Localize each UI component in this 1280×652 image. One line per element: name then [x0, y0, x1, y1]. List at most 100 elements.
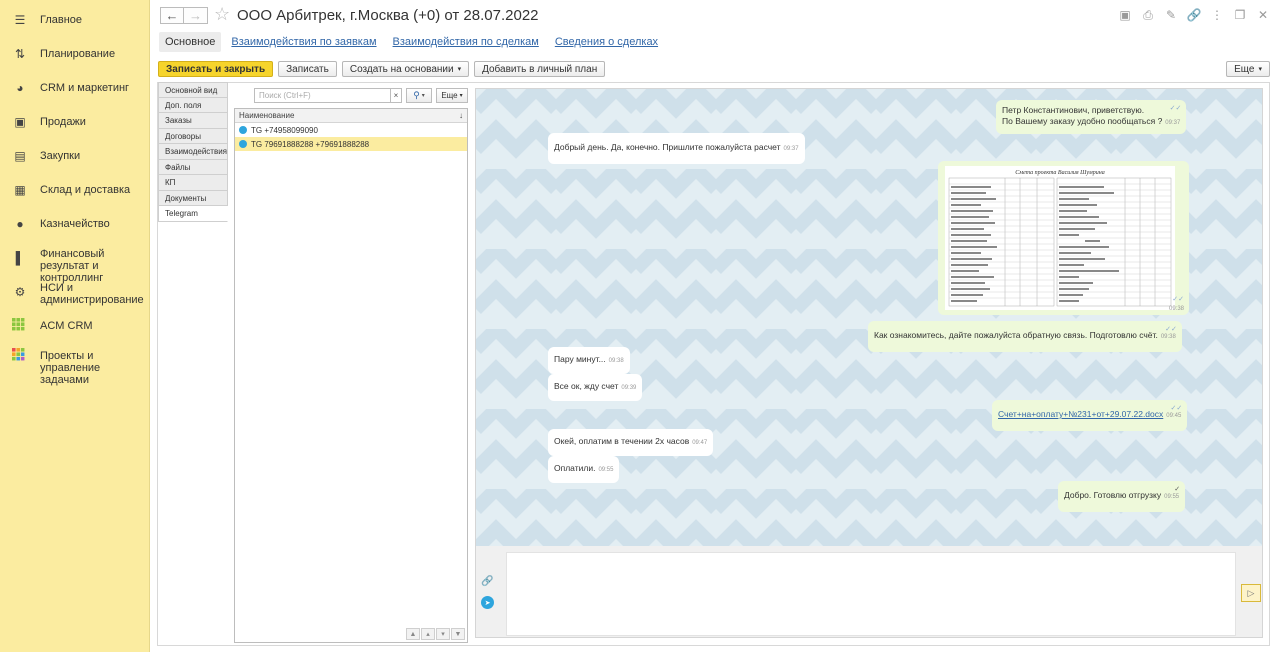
- back-arrow-icon[interactable]: ←: [160, 7, 184, 24]
- message-time: 09:37: [783, 146, 799, 152]
- sidebar-item-label: Главное: [40, 14, 83, 26]
- vtab-documents[interactable]: Документы: [158, 190, 228, 206]
- message-time: 09:37: [1165, 120, 1181, 126]
- chat-message-in: Оплатили. 09:55: [548, 456, 620, 483]
- toolbar: Записать и закрыть Записать Создать на о…: [158, 61, 606, 77]
- double-check-icon: ✓✓: [1169, 105, 1182, 112]
- contacts-more-button[interactable]: Еще ▾: [436, 88, 468, 103]
- sidebar-item-sales[interactable]: ▣ Продажи: [0, 114, 150, 130]
- estimate-image[interactable]: Смета проекта Василия Шумрина: [945, 166, 1175, 310]
- message-time: 09:38: [1168, 306, 1184, 312]
- close-icon[interactable]: ✕: [1256, 8, 1270, 22]
- sidebar-item-label: НСИ и администрирование: [40, 282, 144, 306]
- save-close-button[interactable]: Записать и закрыть: [158, 61, 274, 77]
- header-icons: ▣ ⎙ ✎ 🔗 ⋮ ❐ ✕: [1118, 8, 1270, 23]
- nav-buttons: ← →: [160, 7, 208, 24]
- chat-message-out: ✓✓ Петр Константинович, приветствую. По …: [996, 100, 1187, 134]
- double-check-icon: ✓✓: [1165, 326, 1177, 333]
- clear-search-icon[interactable]: ×: [390, 88, 402, 103]
- more-vertical-icon[interactable]: ⋮: [1210, 8, 1224, 22]
- tab-requests[interactable]: Взаимодействия по заявкам: [225, 32, 382, 52]
- vtab-kp[interactable]: КП: [158, 175, 228, 191]
- sidebar-item-label: Финансовый результат и контроллинг: [40, 248, 105, 284]
- first-page-icon[interactable]: ▲: [406, 628, 420, 640]
- contacts-panel: Поиск (Ctrl+F) × ⚲ ▾ Еще ▾ Наименование ↓ …: [234, 86, 468, 643]
- create-based-label: Создать на основании: [349, 63, 454, 75]
- sidebar-item-treasury[interactable]: ● Казначейство: [0, 216, 150, 232]
- contact-name: TG +74958099090: [251, 125, 318, 135]
- double-check-icon: ✓✓: [1172, 296, 1184, 303]
- message-text: По Вашему заказу удобно пообщаться ?: [1002, 116, 1163, 126]
- message-text: Как ознакомитесь, дайте пожалуйста обрат…: [874, 330, 1158, 340]
- file-link[interactable]: Счет+на+оплату+№231+от+29.07.22.docx: [998, 409, 1163, 419]
- vertical-tabs: Основной вид Доп. поля Заказы Договоры В…: [158, 82, 228, 222]
- vtab-contracts[interactable]: Договоры: [158, 128, 228, 144]
- page-title: ООО Арбитрек, г.Москва (+0) от 28.07.202…: [237, 7, 539, 24]
- chat-image-message[interactable]: Смета проекта Василия Шумрина 09:38 ✓✓: [938, 161, 1189, 315]
- chat-message-out: ✓✓ Как ознакомитесь, дайте пожалуйста об…: [868, 321, 1182, 352]
- message-text: Добрый день. Да, конечно. Пришлите пожал…: [554, 142, 781, 152]
- image-title: Смета проекта Василия Шумрина: [1015, 170, 1104, 176]
- chat-message-in: Пару минут... 09:38: [548, 347, 630, 374]
- search-button[interactable]: ⚲ ▾: [406, 88, 432, 103]
- vtab-interactions[interactable]: Взаимодействия: [158, 144, 228, 160]
- more-button[interactable]: Еще ▾: [1226, 61, 1270, 77]
- next-page-icon[interactable]: ▾: [436, 628, 450, 640]
- sidebar-item-crm[interactable]: ◕ CRM и маркетинг: [0, 80, 150, 96]
- vtab-main-view[interactable]: Основной вид: [158, 82, 228, 98]
- telegram-icon[interactable]: ➤: [481, 596, 494, 609]
- sidebar-item-label: Продажи: [40, 116, 86, 128]
- vtab-orders[interactable]: Заказы: [158, 113, 228, 129]
- check-icon: ✓: [1174, 486, 1181, 493]
- print-icon[interactable]: ⎙: [1141, 8, 1155, 22]
- link-icon[interactable]: 🔗: [1187, 8, 1202, 22]
- sidebar: ☰ Главное ⇅ Планирование ◕ CRM и маркети…: [0, 0, 150, 652]
- chat-message-in: Добрый день. Да, конечно. Пришлите пожал…: [548, 133, 805, 164]
- create-based-button[interactable]: Создать на основании ▾: [341, 61, 470, 77]
- add-plan-button[interactable]: Добавить в личный план: [474, 61, 606, 77]
- sidebar-item-warehouse[interactable]: ▦ Склад и доставка: [0, 182, 150, 198]
- prev-page-icon[interactable]: ▴: [421, 628, 435, 640]
- save-button[interactable]: Записать: [278, 61, 337, 77]
- more-label: Еще: [441, 91, 458, 100]
- sidebar-item-projects[interactable]: Проекты и управление задачами: [0, 348, 150, 386]
- menu-icon: ☰: [14, 13, 26, 27]
- vtab-files[interactable]: Файлы: [158, 159, 228, 175]
- sidebar-item-label: CRM и маркетинг: [40, 82, 130, 94]
- edit-icon[interactable]: ✎: [1164, 8, 1178, 22]
- save-icon[interactable]: ▣: [1118, 8, 1132, 22]
- more-label: Еще: [1234, 63, 1255, 75]
- message-text: Петр Константинович, приветствую.: [1002, 105, 1145, 115]
- last-page-icon[interactable]: ▼: [451, 628, 465, 640]
- sidebar-item-planning[interactable]: ⇅ Планирование: [0, 46, 150, 62]
- message-text: Добро. Готовлю отгрузку: [1064, 490, 1162, 500]
- vtab-telegram[interactable]: Telegram: [158, 206, 228, 222]
- column-name-header[interactable]: Наименование: [239, 111, 294, 120]
- search-input[interactable]: Поиск (Ctrl+F): [254, 88, 402, 103]
- restore-icon[interactable]: ❐: [1233, 8, 1247, 22]
- table-header: Наименование ↓: [235, 109, 467, 123]
- tab-deal-info[interactable]: Сведения о сделках: [549, 32, 664, 52]
- chat-message-out: ✓✓ Счет+на+оплату+№231+от+29.07.22.docx 0…: [992, 400, 1188, 431]
- star-icon[interactable]: ☆: [214, 4, 230, 25]
- forward-arrow-icon[interactable]: →: [184, 7, 208, 24]
- sidebar-item-main[interactable]: ☰ Главное: [0, 12, 150, 28]
- sidebar-item-purchases[interactable]: ▤ Закупки: [0, 148, 150, 164]
- tab-deals[interactable]: Взаимодействия по сделкам: [387, 32, 545, 52]
- table-row[interactable]: TG 79691888288 +79691888288: [235, 137, 467, 151]
- message-compose-area: 🔗 ➤ ▷: [476, 546, 1262, 637]
- sidebar-item-acm-crm[interactable]: ACM CRM: [0, 318, 150, 334]
- sort-icon[interactable]: ↓: [459, 111, 463, 120]
- vtab-extra-fields[interactable]: Доп. поля: [158, 97, 228, 113]
- sidebar-item-label: Закупки: [40, 150, 81, 162]
- sidebar-item-admin[interactable]: ⚙ НСИ и администрирование: [0, 280, 150, 306]
- message-input[interactable]: [506, 552, 1236, 636]
- send-icon[interactable]: ▷: [1241, 584, 1261, 602]
- chevron-down-icon: ▾: [421, 93, 425, 99]
- table-row[interactable]: TG +74958099090: [235, 123, 467, 137]
- sidebar-item-finance[interactable]: ▌ Финансовый результат и контроллинг: [0, 246, 150, 284]
- attach-link-icon[interactable]: 🔗: [481, 576, 493, 587]
- chat-area: ✓✓ Петр Константинович, приветствую. По …: [475, 88, 1263, 638]
- tab-main[interactable]: Основное: [159, 32, 222, 52]
- chevron-down-icon: ▾: [1258, 66, 1262, 73]
